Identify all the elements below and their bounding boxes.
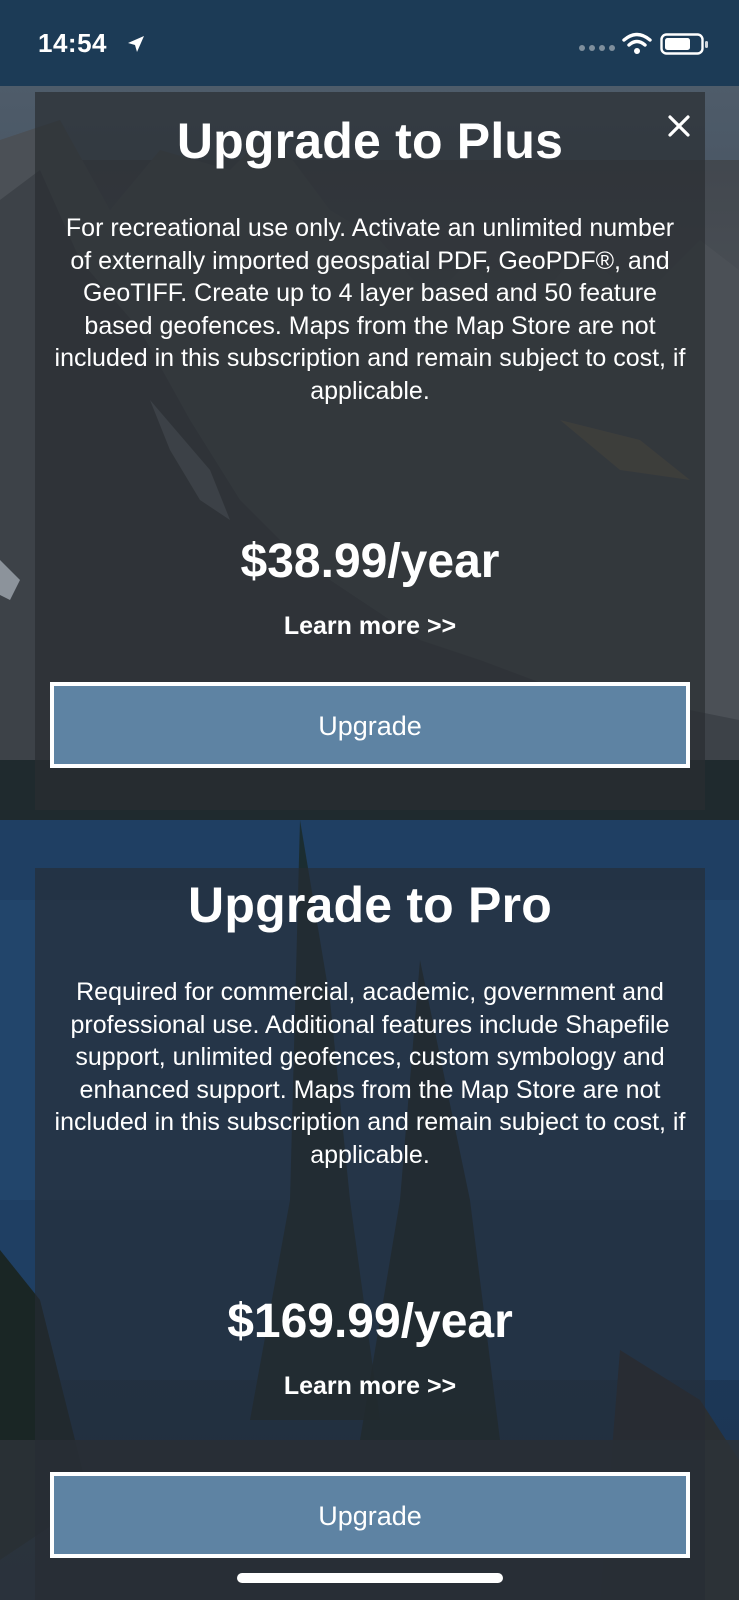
plan-description: For recreational use only. Activate an u… [54,214,686,405]
learn-more-link[interactable]: Learn more >> [35,612,705,641]
plan-title: Upgrade to Pro [188,877,552,933]
upgrade-button[interactable]: Upgrade [50,1472,690,1558]
plan-title: Upgrade to Plus [176,113,564,169]
plan-card-plus: Upgrade to Plus For recreational use onl… [35,92,705,810]
plan-card-pro: Upgrade to Pro Required for commercial, … [35,868,705,1600]
plan-price: $169.99/year [227,1295,513,1348]
status-bar: 14:54 [0,0,739,86]
plan-description: Required for commercial, academic, gover… [54,978,686,1169]
status-time: 14:54 [38,28,107,58]
learn-more-link[interactable]: Learn more >> [35,1372,705,1401]
battery-icon [660,33,708,55]
home-indicator [237,1573,503,1583]
plan-price: $38.99/year [240,535,500,588]
upgrade-button[interactable]: Upgrade [50,682,690,768]
wifi-icon [622,32,652,54]
location-arrow-icon [128,36,144,52]
cellular-signal-icon [579,45,615,51]
